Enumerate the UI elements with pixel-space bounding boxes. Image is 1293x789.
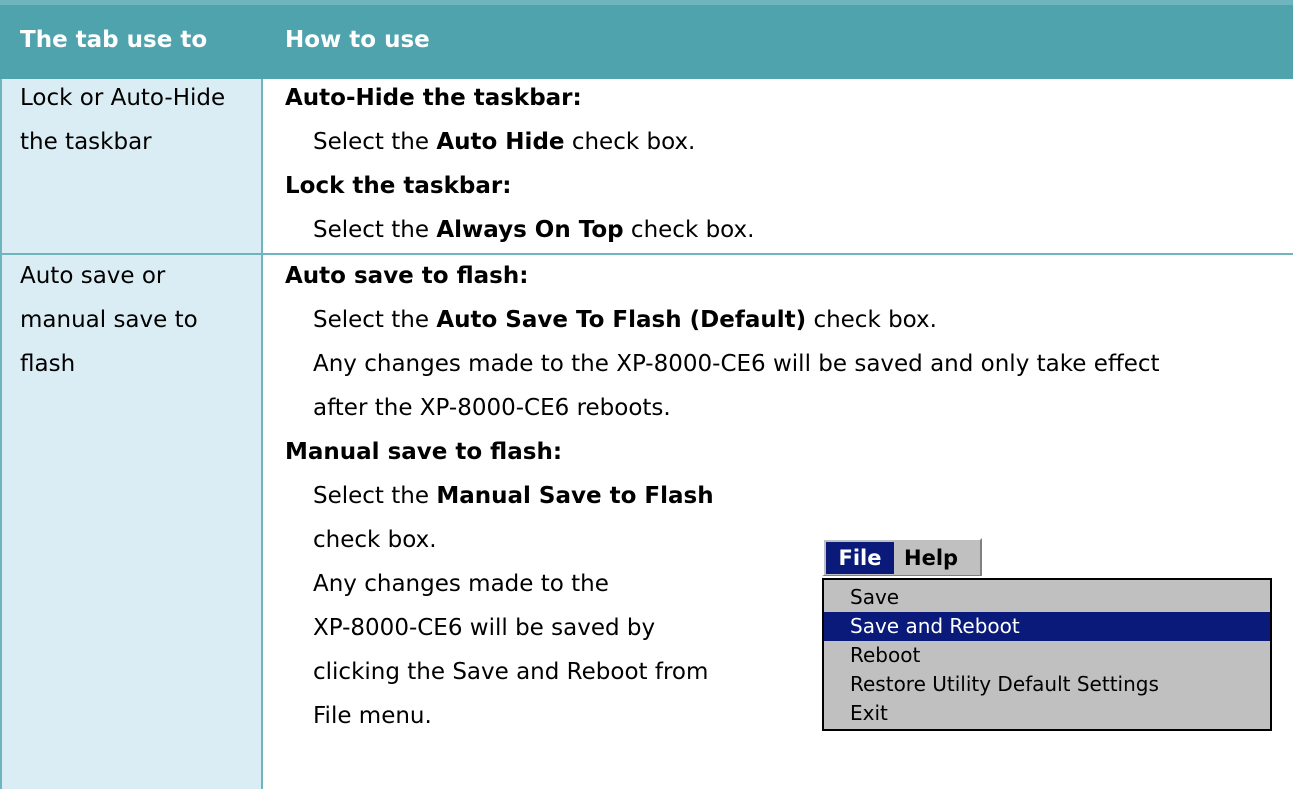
header-col-tab: The tab use to (20, 27, 208, 53)
auto-save-instruction: Select the Auto Save To Flash (Default) … (313, 306, 937, 334)
auto-hide-heading: Auto-Hide the taskbar: (285, 85, 582, 111)
header-col-how: How to use (285, 27, 430, 53)
menu-item-save-and-reboot[interactable]: Save and Reboot (824, 612, 1270, 641)
menu-item-restore-defaults[interactable]: Restore Utility Default Settings (824, 670, 1270, 699)
auto-save-pre: Select the (313, 307, 430, 333)
row2-tab-line1: Auto save or (20, 263, 166, 289)
auto-hide-post: check box. (571, 129, 696, 155)
auto-save-option: Auto Save To Flash (Default) (436, 307, 807, 333)
row-divider (0, 253, 1293, 255)
lock-option: Always On Top (436, 217, 624, 243)
table-header: The tab use to How to use (0, 0, 1293, 79)
menu-help[interactable]: Help (904, 542, 958, 574)
row2-tab-line2: manual save to (20, 307, 198, 333)
menu-item-reboot[interactable]: Reboot (824, 641, 1270, 670)
manual-save-heading: Manual save to flash: (285, 439, 563, 465)
row2-tab-line3: flash (20, 351, 76, 377)
menu-item-save[interactable]: Save (824, 583, 1270, 612)
auto-hide-pre: Select the (313, 129, 430, 155)
manual-note-2: XP-8000-CE6 will be saved by (313, 615, 656, 641)
manual-save-instruction: Select the Manual Save to Flash (313, 482, 714, 510)
menu-bar: File Help (822, 538, 982, 576)
table-left-border (0, 79, 2, 789)
auto-save-note-1: Any changes made to the XP-8000-CE6 will… (313, 351, 1160, 377)
menu-file[interactable]: File (826, 542, 894, 574)
file-dropdown: Save Save and Reboot Reboot Restore Util… (822, 578, 1272, 731)
manual-note-3: clicking the Save and Reboot from (313, 659, 709, 685)
manual-save-post: check box. (313, 527, 437, 553)
lock-instruction: Select the Always On Top check box. (313, 216, 754, 244)
lock-post: check box. (630, 217, 755, 243)
lock-heading: Lock the taskbar: (285, 173, 512, 199)
row1-tab-line2: the taskbar (20, 129, 152, 155)
manual-note-4: File menu. (313, 703, 432, 729)
auto-hide-option: Auto Hide (436, 129, 565, 155)
manual-note-1: Any changes made to the (313, 571, 609, 597)
auto-save-post: check box. (813, 307, 937, 333)
auto-save-note-2: after the XP-8000-CE6 reboots. (313, 395, 671, 421)
manual-save-option: Manual Save to Flash (436, 483, 714, 509)
auto-save-heading: Auto save to flash: (285, 263, 529, 289)
manual-save-pre: Select the (313, 483, 430, 509)
row2-tab-cell (0, 255, 263, 789)
row1-tab-line1: Lock or Auto-Hide (20, 85, 226, 111)
auto-hide-instruction: Select the Auto Hide check box. (313, 128, 695, 156)
menu-item-exit[interactable]: Exit (824, 699, 1270, 728)
lock-pre: Select the (313, 217, 430, 243)
